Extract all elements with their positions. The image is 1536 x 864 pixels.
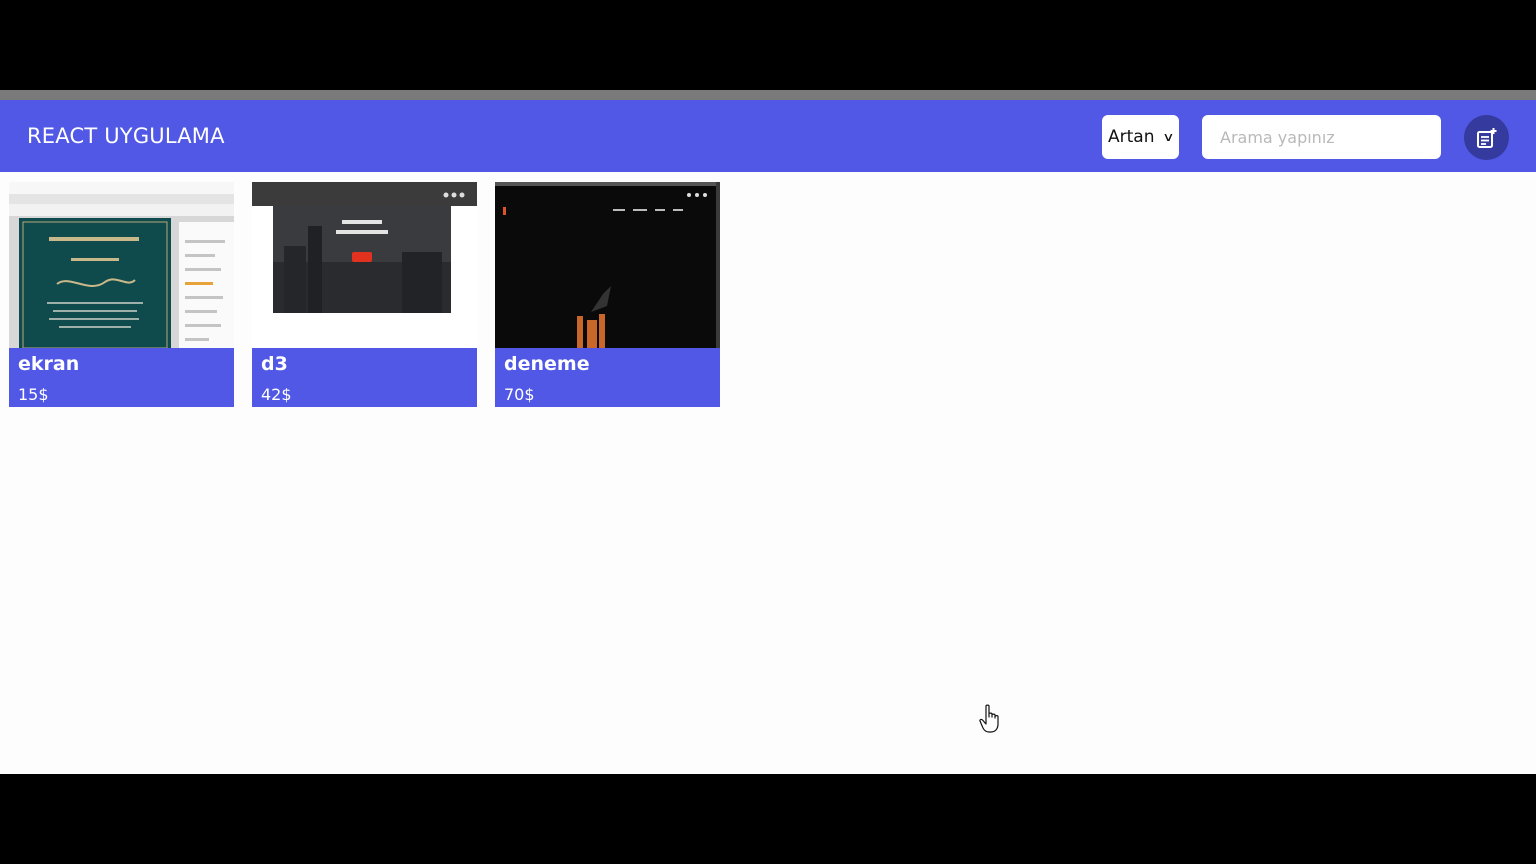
- card-title: d3: [261, 353, 288, 375]
- card-thumbnail: [252, 182, 477, 348]
- app-title: REACT UYGULAMA: [27, 124, 225, 148]
- browser-top-strip: [0, 90, 1536, 100]
- chevron-down-icon: ∨: [1162, 130, 1175, 144]
- card-title: deneme: [504, 353, 590, 375]
- card-thumbnail: [9, 182, 234, 348]
- add-note-icon: [1476, 127, 1496, 148]
- sort-select[interactable]: Artan ∨: [1102, 115, 1179, 159]
- app-window: REACT UYGULAMA Artan ∨ Arama yapınız ekr…: [0, 100, 1536, 774]
- hand-cursor-icon: [979, 704, 999, 733]
- sort-select-value: Artan: [1108, 127, 1155, 147]
- product-card[interactable]: ekran 15$: [9, 182, 234, 407]
- card-title: ekran: [18, 353, 80, 375]
- card-price: 70$: [504, 385, 535, 404]
- product-card[interactable]: d3 42$: [252, 182, 477, 407]
- card-price: 42$: [261, 385, 292, 404]
- card-price: 15$: [18, 385, 49, 404]
- product-card[interactable]: deneme 70$: [495, 182, 720, 407]
- bottom-black-bar: [0, 774, 1536, 864]
- add-item-button[interactable]: [1464, 115, 1509, 160]
- navbar: REACT UYGULAMA Artan ∨: [0, 100, 1536, 172]
- card-thumbnail: [495, 182, 720, 348]
- search-input[interactable]: [1202, 115, 1441, 159]
